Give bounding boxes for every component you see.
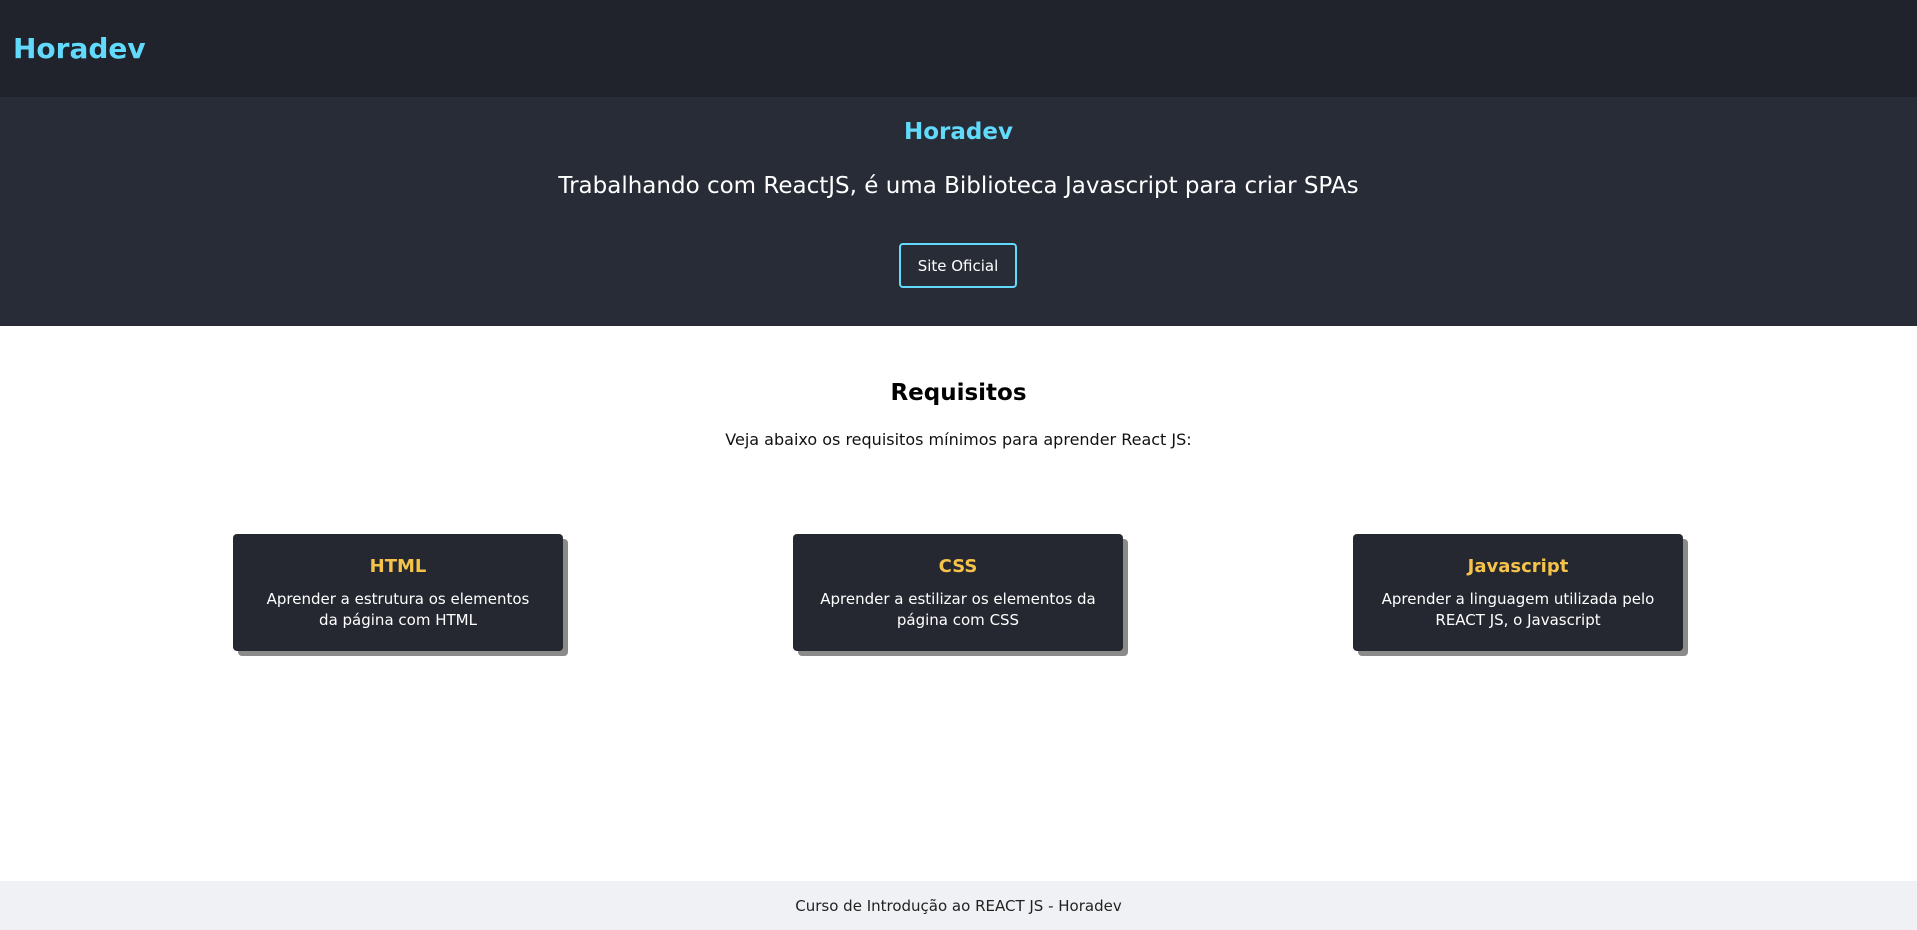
requirement-card-css: CSS Aprender a estilizar os elementos da… bbox=[793, 534, 1123, 651]
card-text: Aprender a estilizar os elementos da pág… bbox=[820, 590, 1096, 629]
footer-text: Curso de Introdução ao REACT JS - Horade… bbox=[795, 896, 1122, 915]
top-header: Horadev bbox=[0, 0, 1917, 97]
requirements-subtitle: Veja abaixo os requisitos mínimos para a… bbox=[725, 430, 1192, 449]
card-text: Aprender a linguagem utilizada pelo REAC… bbox=[1381, 590, 1655, 629]
card-title: HTML bbox=[369, 556, 427, 577]
brand-logo[interactable]: Horadev bbox=[13, 32, 146, 65]
requirement-card-html: HTML Aprender a estrutura os elementos d… bbox=[233, 534, 563, 651]
hero-section: Horadev Trabalhando com ReactJS, é uma B… bbox=[0, 97, 1917, 326]
requirement-card-javascript: Javascript Aprender a linguagem utilizad… bbox=[1353, 534, 1683, 651]
requirements-title: Requisitos bbox=[890, 380, 1027, 406]
official-site-button[interactable]: Site Oficial bbox=[899, 243, 1017, 288]
card-text: Aprender a estrutura os elementos da pág… bbox=[266, 590, 530, 629]
page: Horadev Horadev Trabalhando com ReactJS,… bbox=[0, 0, 1917, 930]
hero-title: Horadev bbox=[904, 119, 1013, 145]
footer: Curso de Introdução ao REACT JS - Horade… bbox=[0, 881, 1917, 930]
card-title: Javascript bbox=[1467, 556, 1569, 577]
hero-subtitle: Trabalhando com ReactJS, é uma Bibliotec… bbox=[558, 173, 1359, 199]
card-title: CSS bbox=[938, 556, 978, 577]
